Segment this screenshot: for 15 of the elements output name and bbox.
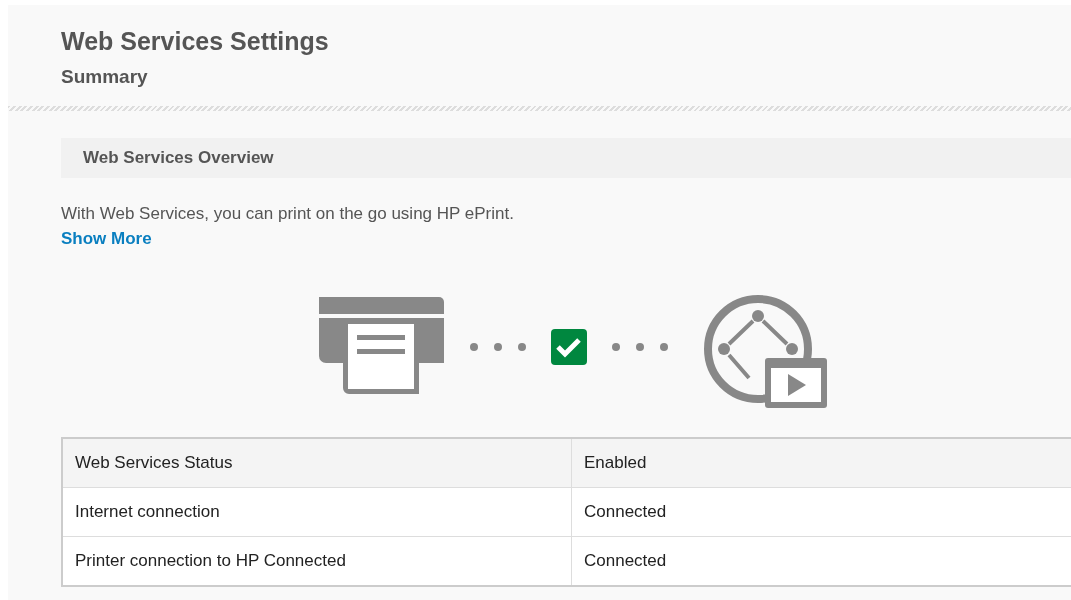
printer-icon: [319, 297, 445, 397]
dots-icon: [611, 342, 669, 352]
section-header: Web Services Overview: [61, 138, 1071, 178]
show-more-link[interactable]: Show More: [61, 229, 152, 249]
dots-icon: [469, 342, 527, 352]
table-cell: Web Services Status: [62, 438, 572, 488]
table-cell: Printer connection to HP Connected: [62, 536, 572, 586]
table-cell: Connected: [571, 487, 1071, 537]
table-cell: Enabled: [571, 438, 1071, 488]
checkmark-icon: [551, 329, 587, 365]
table-cell: Connected: [571, 536, 1071, 586]
page-subtitle: Summary: [61, 66, 149, 88]
description-text: With Web Services, you can print on the go using HP ePrint.: [61, 204, 515, 224]
table-cell: Internet connection: [62, 487, 572, 537]
page-title: Web Services Settings: [61, 27, 330, 56]
